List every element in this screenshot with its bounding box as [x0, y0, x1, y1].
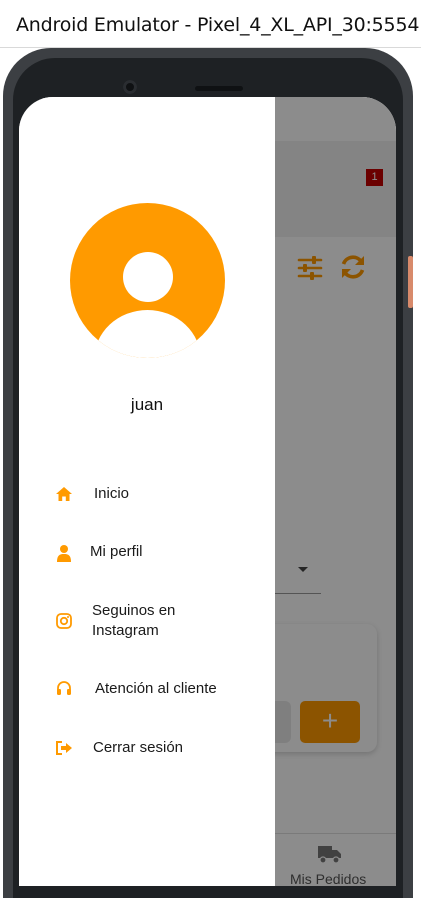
navigation-drawer: juan Inicio Mi perfil Seguinos en Instag…	[19, 97, 275, 886]
emulator-window: Android Emulator - Pixel_4_XL_API_30:555…	[0, 0, 421, 898]
user-icon	[57, 545, 71, 562]
drawer-item-label: Mi perfil	[90, 543, 143, 560]
phone-side-button[interactable]	[408, 256, 413, 308]
phone-screen: 1 + Mis Pedidos juan Inicio Mi perfil Se…	[19, 97, 396, 886]
headset-icon	[57, 681, 71, 695]
drawer-item-atencion-cliente[interactable]: Atención al cliente	[19, 667, 275, 711]
drawer-item-label-line1: Seguinos en	[92, 602, 176, 619]
instagram-icon	[56, 613, 72, 629]
avatar-body-shape	[94, 310, 201, 358]
drawer-item-label: Cerrar sesión	[93, 739, 184, 756]
drawer-item-label: Atención al cliente	[95, 680, 217, 697]
drawer-item-mi-perfil[interactable]: Mi perfil	[19, 530, 275, 574]
speaker-grille	[195, 86, 243, 91]
drawer-item-inicio[interactable]: Inicio	[19, 472, 275, 516]
window-titlebar: Android Emulator - Pixel_4_XL_API_30:555…	[0, 0, 421, 48]
drawer-item-label-line2: Instagram	[92, 622, 159, 639]
avatar	[70, 203, 225, 358]
logout-icon	[56, 741, 72, 755]
window-title: Android Emulator - Pixel_4_XL_API_30:555…	[16, 14, 420, 36]
camera-icon	[123, 80, 137, 94]
username-label: juan	[130, 395, 164, 414]
drawer-item-cerrar-sesion[interactable]: Cerrar sesión	[19, 726, 275, 770]
home-icon	[56, 487, 72, 501]
drawer-item-label: Inicio	[94, 485, 130, 502]
drawer-item-instagram[interactable]: Seguinos en Instagram	[19, 597, 275, 647]
avatar-head-shape	[123, 252, 173, 302]
